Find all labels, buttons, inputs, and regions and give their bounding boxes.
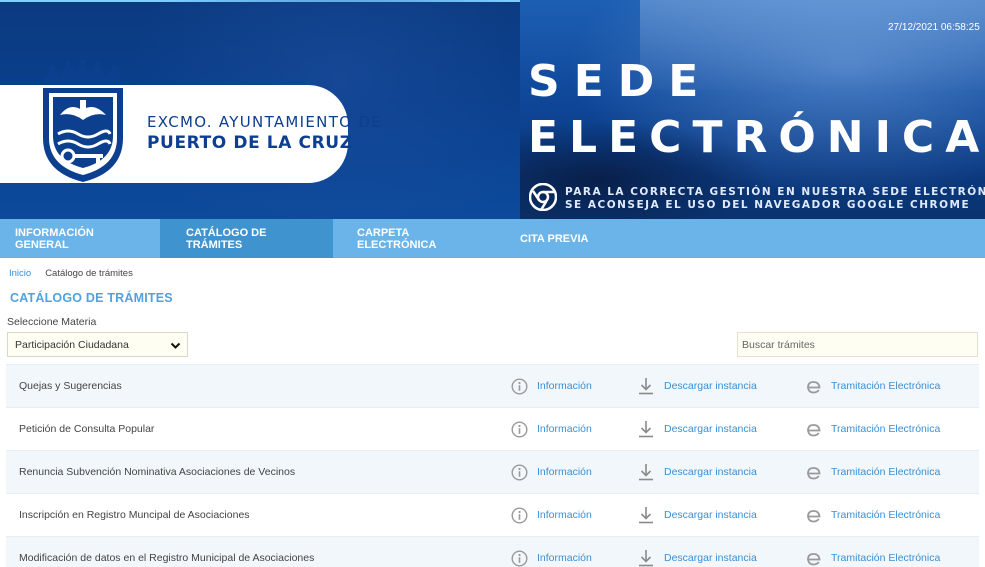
crest-logo-icon [43,60,123,182]
info-icon [511,420,528,438]
internet-explorer-icon [807,552,821,565]
download-instance-link[interactable]: Descargar instancia [637,506,757,524]
download-instance-link[interactable]: Descargar instancia [637,463,757,481]
nav-item-catalogo-tramites[interactable]: CATÁLOGO DE TRÁMITES [160,219,333,258]
download-icon [639,550,653,567]
tramitacion-electronica-label: Tramitación Electrónica [831,423,941,435]
info-link-label: Información [537,552,592,564]
info-icon [511,506,528,524]
materia-label: Seleccione Materia [7,316,97,328]
download-instance-label: Descargar instancia [664,423,757,435]
chrome-recommendation-line1: PARA LA CORRECTA GESTIÓN EN NUESTRA SEDE… [565,186,985,198]
download-instance-label: Descargar instancia [664,466,757,478]
tramitacion-electronica-link[interactable]: Tramitación Electrónica [805,378,940,395]
tramitacion-electronica-link[interactable]: Tramitación Electrónica [805,464,940,481]
internet-explorer-icon [807,466,821,479]
procedure-name: Inscripción en Registro Muncipal de Asoc… [19,509,250,521]
breadcrumb-home-link[interactable]: Inicio [9,268,31,279]
download-icon [639,464,653,481]
download-icon [639,378,653,395]
tramitacion-electronica-label: Tramitación Electrónica [831,509,941,521]
procedure-row: Petición de Consulta Popular Información… [6,407,979,450]
site-title-line2: ELECTRÓNICA [528,112,985,163]
tramitacion-electronica-label: Tramitación Electrónica [831,466,941,478]
info-link[interactable]: Información [511,420,592,438]
internet-explorer-icon [807,380,821,393]
procedure-row: Quejas y Sugerencias Información Descarg… [6,364,979,407]
server-datetime: 27/12/2021 06:58:25 [888,22,980,33]
materia-select[interactable]: Participación Ciudadana [7,332,188,357]
search-tramites-input[interactable] [737,332,978,357]
info-icon [511,463,528,481]
main-nav: INFORMACIÓN GENERAL CATÁLOGO DE TRÁMITES… [0,219,985,258]
page-title: CATÁLOGO DE TRÁMITES [10,291,173,305]
org-name-line2: PUERTO DE LA CRUZ [147,133,353,153]
info-link-label: Información [537,380,592,392]
chrome-browser-icon [529,183,557,211]
materia-selected-value: Participación Ciudadana [15,338,129,351]
info-link[interactable]: Información [511,506,592,524]
chrome-recommendation-line2: SE ACONSEJA EL USO DEL NAVEGADOR GOOGLE … [565,199,971,211]
breadcrumb: Inicio Catálogo de trámites [9,268,133,279]
procedure-name: Petición de Consulta Popular [19,423,155,435]
info-link[interactable]: Información [511,463,592,481]
tramitacion-electronica-label: Tramitación Electrónica [831,552,941,564]
procedure-row: Modificación de datos en el Registro Mun… [6,536,979,567]
download-icon [639,507,653,524]
info-icon [511,549,528,567]
tramitacion-electronica-link[interactable]: Tramitación Electrónica [805,421,940,438]
procedure-list: Quejas y Sugerencias Información Descarg… [6,364,979,567]
internet-explorer-icon [807,509,821,522]
nav-item-informacion-general[interactable]: INFORMACIÓN GENERAL [0,219,160,258]
info-link-label: Información [537,509,592,521]
info-icon [511,377,528,395]
download-instance-link[interactable]: Descargar instancia [637,420,757,438]
procedure-name: Modificación de datos en el Registro Mun… [19,552,315,564]
info-link[interactable]: Información [511,377,592,395]
procedure-name: Quejas y Sugerencias [19,380,122,392]
breadcrumb-current: Catálogo de trámites [45,268,133,279]
info-link[interactable]: Información [511,549,592,567]
procedure-name: Renuncia Subvención Nominativa Asociacio… [19,466,296,478]
internet-explorer-icon [807,423,821,436]
nav-item-carpeta-electronica[interactable]: CARPETA ELECTRÓNICA [333,219,495,258]
procedure-row: Inscripción en Registro Muncipal de Asoc… [6,493,979,536]
download-instance-label: Descargar instancia [664,509,757,521]
download-instance-link[interactable]: Descargar instancia [637,549,757,567]
chevron-down-icon [170,342,181,349]
tramitacion-electronica-link[interactable]: Tramitación Electrónica [805,550,940,567]
tramitacion-electronica-link[interactable]: Tramitación Electrónica [805,507,940,524]
info-link-label: Información [537,423,592,435]
header-banner: EXCMO. AYUNTAMIENTO DE PUERTO DE LA CRUZ… [0,0,985,219]
download-instance-label: Descargar instancia [664,552,757,564]
site-title-line1: SEDE [528,56,713,107]
nav-item-cita-previa[interactable]: CITA PREVIA [495,219,615,258]
tramitacion-electronica-label: Tramitación Electrónica [831,380,941,392]
org-name-line1: EXCMO. AYUNTAMIENTO DE [147,113,382,131]
procedure-row: Renuncia Subvención Nominativa Asociacio… [6,450,979,493]
info-link-label: Información [537,466,592,478]
download-icon [639,421,653,438]
download-instance-link[interactable]: Descargar instancia [637,377,757,395]
download-instance-label: Descargar instancia [664,380,757,392]
